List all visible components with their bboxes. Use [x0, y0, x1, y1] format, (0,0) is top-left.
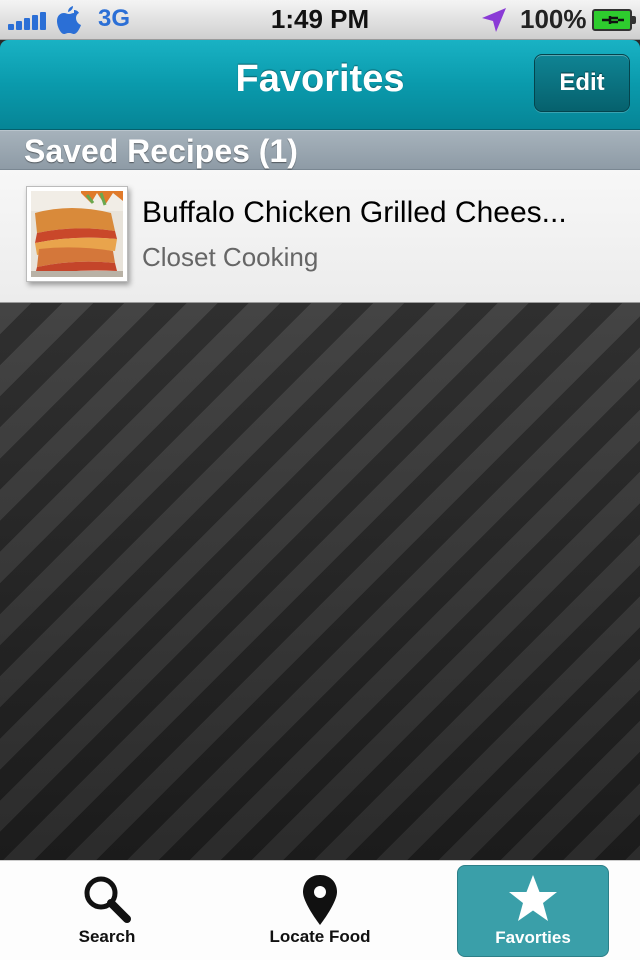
tab-label: Search: [78, 927, 136, 946]
navigation-bar: Favorites Edit: [0, 40, 640, 130]
tab-label: Favorties: [495, 928, 571, 947]
battery-percentage: 100%: [520, 4, 587, 34]
magnifier-icon: [22, 871, 192, 927]
tab-bar: Search Locate Food Favorties: [0, 860, 640, 960]
empty-list-background: [0, 303, 640, 860]
recipe-title: Buffalo Chicken Grilled Chees...: [142, 196, 567, 229]
recipe-source: Closet Cooking: [142, 242, 319, 272]
edit-button[interactable]: Edit: [534, 54, 630, 112]
tab-locate-food[interactable]: Locate Food: [236, 865, 404, 957]
map-pin-icon: [236, 871, 404, 927]
battery-charging-icon: [592, 9, 636, 31]
recipe-thumbnail: [26, 186, 128, 282]
tab-favorites[interactable]: Favorties: [457, 865, 609, 957]
status-bar: 3G 1:49 PM 100%: [0, 0, 640, 40]
tab-label: Locate Food: [269, 927, 371, 946]
star-icon: [458, 872, 608, 928]
tab-search[interactable]: Search: [22, 865, 192, 957]
section-header: Saved Recipes (1): [0, 130, 640, 170]
section-title: Saved Recipes (1): [24, 133, 298, 169]
location-arrow-icon: [480, 6, 508, 34]
recipe-list-item[interactable]: Buffalo Chicken Grilled Chees... Closet …: [0, 170, 640, 303]
